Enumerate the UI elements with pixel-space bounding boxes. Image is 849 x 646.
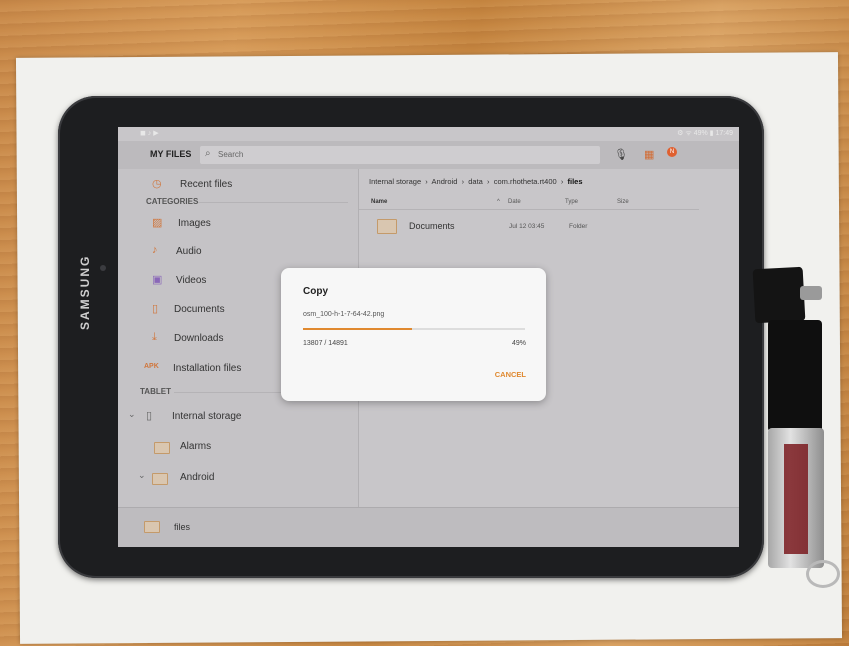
tablet-icon: ▯ [146, 410, 153, 422]
column-date[interactable]: Date [508, 199, 521, 205]
chevron-down-icon: ⌄ [138, 470, 146, 480]
bottom-bar: files [118, 507, 739, 547]
app-bar: MY FILES ⌕ Search 🎙 ▦ N [118, 141, 739, 169]
document-icon: ▯ [152, 303, 159, 315]
copy-dialog: Copy osm_100-h-1-7-64-42.png 13807 / 148… [281, 268, 546, 401]
file-type: Folder [569, 223, 588, 230]
app-title: MY FILES [150, 149, 192, 159]
sidebar-item-recent[interactable]: ◷ Recent files [118, 173, 358, 197]
breadcrumb-item[interactable]: com.rhotheta.rt400 [494, 177, 557, 186]
sidebar-item-audio[interactable]: ♪ Audio [118, 240, 358, 264]
music-note-icon: ♪ [152, 244, 158, 256]
dialog-title: Copy [303, 286, 328, 297]
categories-header: CATEGORIES [146, 197, 199, 206]
folder-icon [152, 473, 168, 488]
sidebar-item-label: Audio [176, 246, 202, 257]
table-row[interactable]: Documents Jul 12 03:45 Folder [359, 215, 699, 237]
sidebar-item-label: Images [178, 218, 211, 229]
folder-icon [377, 219, 397, 236]
brand-logo: SAMSUNG [78, 254, 92, 330]
sidebar-item-label: Recent files [180, 179, 233, 190]
breadcrumb-item[interactable]: Android [432, 177, 458, 186]
breadcrumb-current: files [567, 177, 583, 186]
sidebar-item-internal-storage[interactable]: ⌄ ▯ Internal storage [118, 405, 358, 429]
current-folder-label[interactable]: files [174, 522, 190, 532]
file-count: 13807 / 14891 [303, 340, 348, 347]
status-right-info: ⚙ ᯤ 49% ▮ 17:49 [677, 130, 733, 137]
sidebar-item-label: Downloads [174, 333, 224, 344]
search-placeholder: Search [218, 150, 244, 159]
sidebar-item-alarms[interactable]: Alarms [118, 435, 358, 459]
breadcrumb: Internal storage › Android › data › com.… [369, 177, 583, 186]
otg-adapter [752, 266, 806, 324]
cancel-button[interactable]: CANCEL [495, 370, 526, 379]
sidebar-item-label: Internal storage [172, 411, 242, 422]
notification-badge: N [667, 147, 677, 157]
column-size[interactable]: Size [617, 199, 629, 205]
video-icon: ▣ [152, 274, 163, 286]
progress-fill [303, 328, 412, 330]
sidebar-item-images[interactable]: ▨ Images [118, 212, 358, 236]
progress-percent: 49% [511, 340, 526, 347]
chevron-down-icon: ⌄ [128, 409, 136, 419]
apk-icon: APK [144, 363, 159, 370]
column-type[interactable]: Type [565, 199, 578, 205]
sort-up-icon[interactable]: ^ [497, 199, 500, 205]
file-date: Jul 12 03:45 [509, 223, 545, 230]
folder-icon [144, 520, 160, 538]
sidebar-item-label: Installation files [173, 363, 242, 374]
file-name: Documents [409, 221, 455, 231]
sidebar-item-android[interactable]: ⌄ Android [118, 466, 358, 490]
sidebar-item-label: Videos [176, 275, 207, 286]
clock-icon: ◷ [152, 178, 162, 190]
download-icon: ⤓ [152, 331, 157, 343]
sidebar-item-label: Documents [174, 304, 225, 315]
micro-usb-plug [800, 286, 822, 300]
progress-bar [303, 328, 525, 330]
status-left-icons: ◼ ♪ ▶ [140, 130, 159, 137]
usb-drive-label [784, 444, 808, 554]
column-name[interactable]: Name [371, 199, 387, 205]
breadcrumb-item[interactable]: data [468, 177, 483, 186]
tablet-header: TABLET [140, 387, 171, 396]
search-icon: ⌕ [205, 148, 211, 159]
table-header: Name ^ Date Type Size [359, 197, 699, 210]
status-bar: ◼ ♪ ▶ ⚙ ᯤ 49% ▮ 17:49 [118, 127, 739, 141]
search-input[interactable]: ⌕ Search [200, 146, 600, 164]
copy-filename: osm_100-h-1-7-64-42.png [303, 311, 385, 318]
folder-icon [154, 442, 170, 457]
image-icon: ▨ [152, 217, 163, 229]
sidebar-item-label: Alarms [180, 441, 212, 452]
usb-drive-body [768, 320, 822, 432]
grid-view-icon[interactable]: ▦ [644, 148, 654, 161]
more-options-button[interactable]: N [667, 147, 677, 163]
sidebar-item-label: Android [180, 472, 215, 483]
divider [198, 202, 348, 203]
microphone-icon[interactable]: 🎙 [614, 148, 628, 161]
front-camera [100, 265, 106, 271]
breadcrumb-item[interactable]: Internal storage [369, 177, 421, 186]
key-ring [806, 560, 840, 588]
